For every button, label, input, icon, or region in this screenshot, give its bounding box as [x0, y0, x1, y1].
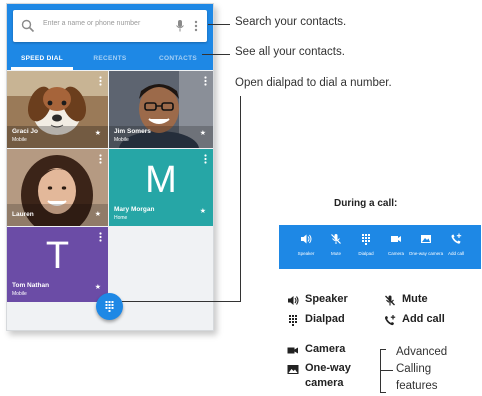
callout-line-search	[208, 24, 230, 25]
add-call-label: Add call	[447, 251, 464, 256]
bracket-vertical	[380, 349, 381, 393]
legend-one-way-camera-label: One-way	[305, 362, 351, 374]
camera-button[interactable]: Camera	[382, 225, 410, 269]
speaker-icon	[288, 296, 299, 305]
contact-number-type: Mobile	[12, 137, 27, 143]
callout-contacts: See all your contacts.	[235, 46, 345, 58]
phone-screen: Enter a name or phone number SPEED DIAL …	[6, 3, 214, 331]
speed-dial-tile-tom-nathan[interactable]: T Tom Nathan Mobile ★	[7, 227, 108, 302]
legend-dialpad-label: Dialpad	[305, 313, 345, 325]
favorite-star-icon: ★	[199, 130, 206, 137]
tab-contacts[interactable]: CONTACTS	[143, 48, 213, 70]
search-box[interactable]: Enter a name or phone number	[13, 10, 207, 42]
contact-initial: M	[145, 159, 177, 201]
search-icon	[21, 19, 35, 33]
one-way-camera-icon	[421, 235, 431, 243]
dialpad-fab-button[interactable]	[96, 293, 123, 320]
advanced-calling-features-note: Advanced Calling features	[396, 344, 447, 395]
contact-name: Jim Somers	[114, 128, 151, 135]
legend-speaker-label: Speaker	[305, 293, 348, 305]
contact-name: Tom Nathan	[12, 282, 50, 289]
speed-dial-tile-lauren[interactable]: Lauren ★	[7, 149, 108, 226]
more-options-icon[interactable]	[99, 232, 102, 242]
contact-number-type: Mobile	[12, 291, 27, 297]
favorite-star-icon: ★	[94, 211, 101, 218]
favorite-star-icon: ★	[199, 208, 206, 215]
dialpad-icon	[105, 301, 114, 312]
add-call-button[interactable]: Add call	[442, 225, 470, 269]
speed-dial-tile-graci-jo[interactable]: Graci Jo Mobile ★	[7, 71, 108, 148]
more-options-icon[interactable]	[204, 76, 207, 86]
mute-icon	[385, 295, 395, 306]
dialpad-icon	[289, 315, 297, 326]
during-call-title: During a call:	[334, 198, 398, 209]
legend-add-call-label: Add call	[402, 313, 445, 325]
tab-recents[interactable]: RECENTS	[77, 48, 143, 70]
legend-mute-label: Mute	[402, 293, 428, 305]
callout-line-dialpad-horizontal	[122, 301, 241, 302]
more-options-icon[interactable]	[99, 76, 102, 86]
camera-icon	[391, 236, 401, 242]
advanced-line-2: Calling	[396, 363, 432, 375]
speed-dial-tile-jim-somers[interactable]: Jim Somers Mobile ★	[109, 71, 213, 148]
dialpad-button[interactable]: Dialpad	[352, 225, 380, 269]
contact-name: Graci Jo	[12, 128, 39, 135]
speaker-icon	[301, 234, 312, 244]
in-call-toolbar: Speaker Mute Dialpad Camera One-way came…	[279, 225, 481, 269]
camera-icon	[287, 347, 298, 354]
legend-camera-label: Camera	[305, 343, 346, 355]
advanced-line-1: Advanced	[396, 346, 448, 358]
microphone-icon[interactable]	[175, 19, 185, 33]
contact-number-type: Home	[114, 215, 128, 221]
app-bar: Enter a name or phone number SPEED DIAL …	[7, 4, 213, 70]
callout-dialpad: Open dialpad to dial a number.	[235, 77, 392, 89]
contact-initial: T	[45, 235, 70, 277]
bracket-top	[380, 349, 386, 350]
search-input[interactable]: Enter a name or phone number	[43, 20, 140, 27]
contact-number-type: Mobile	[114, 137, 129, 143]
contact-name: Lauren	[12, 211, 34, 218]
mute-icon	[331, 234, 341, 244]
mute-button[interactable]: Mute	[322, 225, 350, 269]
more-options-icon[interactable]	[99, 154, 102, 164]
tab-indicator	[11, 67, 73, 70]
one-way-camera-icon	[287, 365, 299, 374]
favorite-star-icon: ★	[94, 130, 101, 137]
dialpad-icon	[362, 234, 370, 245]
callout-search: Search your contacts.	[235, 16, 347, 28]
more-options-icon[interactable]	[194, 20, 198, 32]
speed-dial-tile-mary-morgan[interactable]: M Mary Morgan Home ★	[109, 149, 213, 226]
favorite-star-icon: ★	[94, 284, 101, 291]
more-options-icon[interactable]	[204, 154, 207, 164]
bracket-bottom	[380, 392, 386, 393]
one-way-camera-button[interactable]: One-way camera	[409, 225, 443, 269]
callout-line-dialpad-vertical	[240, 96, 241, 301]
add-call-icon	[451, 233, 462, 244]
callout-line-contacts	[202, 54, 230, 55]
speaker-button[interactable]: Speaker	[292, 225, 320, 269]
advanced-line-3: features	[396, 380, 438, 392]
add-call-icon	[385, 315, 396, 326]
contact-name: Mary Morgan	[114, 206, 155, 213]
bracket-connector	[381, 370, 393, 371]
legend-one-way-camera-label-line2: camera	[305, 377, 344, 389]
